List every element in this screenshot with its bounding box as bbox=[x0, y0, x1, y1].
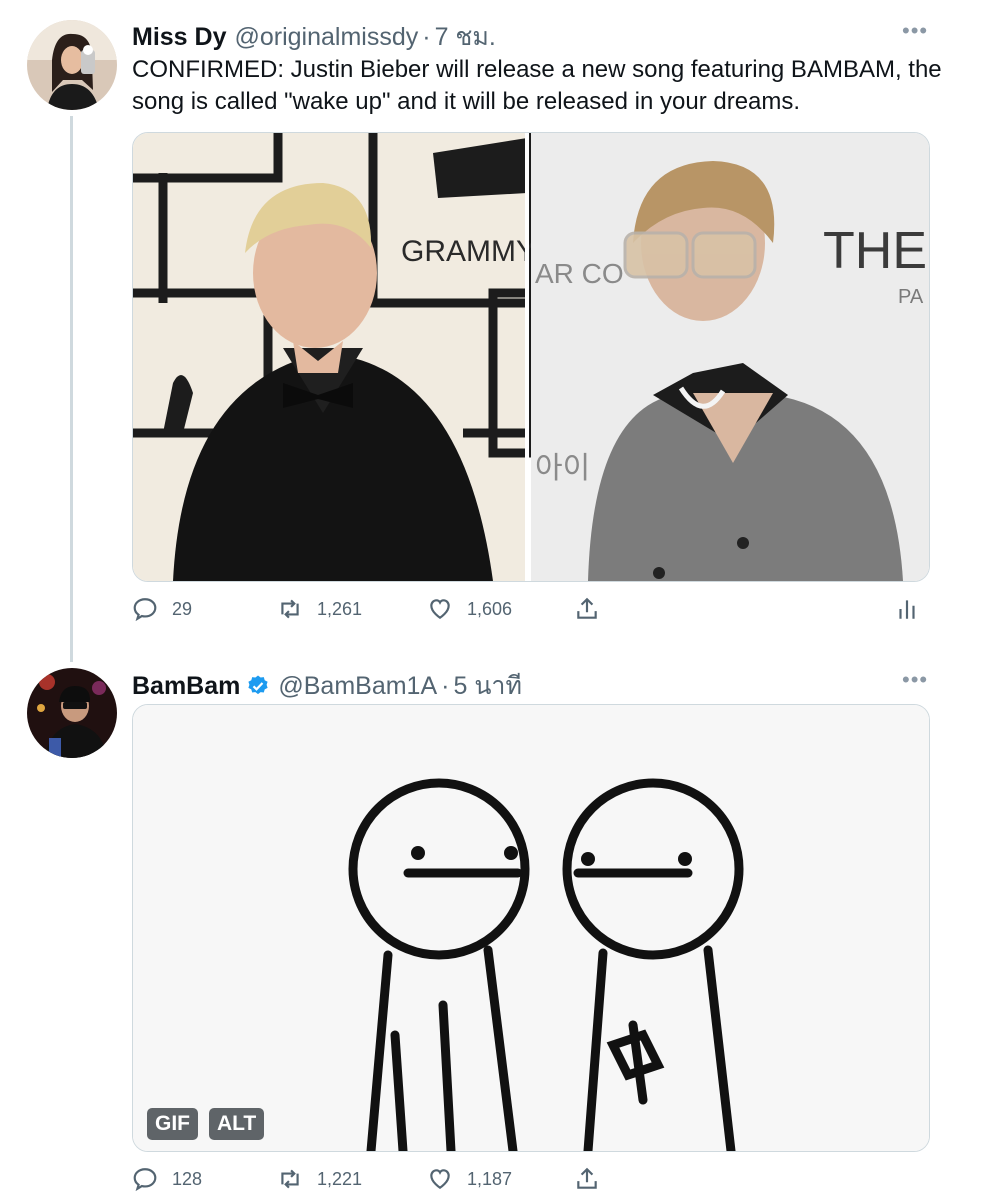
like-button[interactable]: 1,606 bbox=[427, 596, 512, 622]
retweet-count: 1,221 bbox=[317, 1168, 363, 1189]
author-handle[interactable]: @originalmissdy bbox=[234, 23, 418, 52]
reply-icon bbox=[133, 598, 157, 622]
tweet-bambam[interactable]: BamBam @BamBam1A · 5 นาที ••• GIF ALT 12… bbox=[0, 650, 1001, 1200]
retweet-button[interactable]: 1,261 bbox=[277, 596, 362, 622]
tweet-missdy[interactable]: Miss Dy @originalmissdy · 7 ชม. ••• CONF… bbox=[0, 0, 1001, 662]
tweet-photos: GRAMMY A THE PA AR CO 아이 bbox=[133, 133, 929, 581]
backdrop-text-pa: PA bbox=[898, 286, 924, 308]
author-handle[interactable]: @BamBam1A bbox=[278, 672, 437, 701]
retweet-count: 1,261 bbox=[317, 598, 363, 619]
gif-badge: GIF bbox=[147, 1108, 198, 1140]
tweet-time[interactable]: 5 นาที bbox=[453, 666, 521, 706]
like-button[interactable]: 1,187 bbox=[427, 1166, 512, 1192]
tweet-time[interactable]: 7 ชม. bbox=[435, 17, 496, 57]
backdrop-text-arco: AR CO bbox=[535, 258, 624, 289]
share-button[interactable] bbox=[574, 1166, 600, 1192]
separator-dot: · bbox=[422, 22, 431, 51]
avatar-bambam[interactable] bbox=[27, 668, 117, 758]
reply-button[interactable]: 29 bbox=[132, 596, 192, 622]
tweet-header: Miss Dy @originalmissdy · 7 ชม. bbox=[132, 17, 496, 57]
backdrop-text-the: THE bbox=[823, 222, 927, 280]
avatar-missdy[interactable] bbox=[27, 20, 117, 110]
tweet-media[interactable]: GRAMMY A THE PA AR CO 아이 bbox=[132, 132, 930, 582]
tweet-text: CONFIRMED: Justin Bieber will release a … bbox=[132, 56, 942, 115]
analytics-button[interactable] bbox=[894, 596, 920, 622]
reply-count: 29 bbox=[172, 598, 193, 619]
more-icon[interactable]: ••• bbox=[902, 667, 928, 693]
tweet-header: BamBam @BamBam1A · 5 นาที bbox=[132, 666, 522, 706]
like-count: 1,606 bbox=[467, 598, 513, 619]
reply-button[interactable]: 128 bbox=[132, 1166, 202, 1192]
heart-icon bbox=[430, 599, 450, 619]
tweet-actions: 29 1,261 1,606 bbox=[132, 596, 932, 626]
tweet-actions: 128 1,221 1,187 bbox=[132, 1166, 932, 1196]
like-count: 1,187 bbox=[467, 1168, 513, 1189]
share-icon bbox=[577, 597, 597, 619]
thread-line bbox=[70, 116, 73, 662]
author-name[interactable]: Miss Dy bbox=[132, 23, 226, 52]
gif-stick-figures bbox=[133, 705, 929, 1151]
reply-count: 128 bbox=[172, 1168, 203, 1189]
share-icon bbox=[577, 1167, 597, 1189]
retweet-button[interactable]: 1,221 bbox=[277, 1166, 362, 1192]
separator-dot: · bbox=[441, 671, 450, 700]
tweet-gif[interactable]: GIF ALT bbox=[132, 704, 930, 1152]
alt-badge[interactable]: ALT bbox=[209, 1108, 265, 1140]
backdrop-text-korean: 아이 bbox=[535, 452, 590, 485]
more-icon[interactable]: ••• bbox=[902, 18, 928, 44]
reply-icon bbox=[133, 1168, 157, 1192]
retweet-icon bbox=[281, 1169, 299, 1189]
heart-icon bbox=[430, 1169, 450, 1189]
analytics-icon bbox=[899, 600, 915, 619]
share-button[interactable] bbox=[574, 596, 600, 622]
author-name[interactable]: BamBam bbox=[132, 672, 240, 701]
retweet-icon bbox=[281, 599, 299, 619]
verified-badge-icon bbox=[248, 675, 268, 695]
